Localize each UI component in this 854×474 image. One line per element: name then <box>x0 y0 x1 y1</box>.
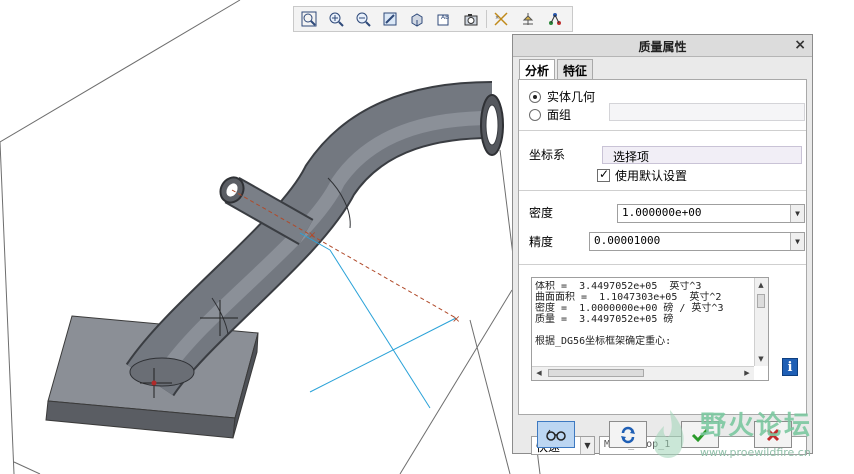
dialog-title: 质量属性 <box>638 40 687 54</box>
cancel-button[interactable] <box>754 421 792 448</box>
toolbar-separator <box>486 10 487 28</box>
svg-text:×: × <box>452 314 460 325</box>
divider <box>519 130 806 131</box>
density-value: 1.000000e+00 <box>622 206 702 219</box>
zoom-fit-icon[interactable] <box>297 8 320 30</box>
svg-text:×: × <box>495 15 499 21</box>
glasses-icon <box>546 429 566 441</box>
radio-quilt[interactable]: 面组 <box>529 106 571 123</box>
coord-label: 坐标系 <box>529 148 566 162</box>
preview-button[interactable] <box>537 421 575 448</box>
divider <box>519 190 806 191</box>
spin-center-icon[interactable] <box>516 8 539 30</box>
dialog-tabs: 分析 特征 <box>519 59 595 80</box>
info-icon[interactable]: i <box>782 358 798 376</box>
refresh-icon <box>621 426 635 443</box>
scroll-right-icon[interactable]: ▶ <box>741 367 753 379</box>
scroll-up-icon[interactable]: ▲ <box>755 279 767 291</box>
close-icon[interactable]: × <box>794 37 806 53</box>
mass-properties-dialog: 质量属性 × 分析 特征 实体几何 面组 坐标系 选择项 使用默认设置 密度 1… <box>512 34 813 455</box>
accuracy-label: 精度 <box>529 235 554 249</box>
view-toolbar: AB × <box>293 6 573 32</box>
checkbox-checked-icon <box>597 167 610 182</box>
vertical-scrollbar[interactable]: ▲ ▼ <box>754 278 768 366</box>
accuracy-combo[interactable]: 0.00001000 ▼ <box>589 232 805 251</box>
accuracy-value: 0.00001000 <box>594 234 661 247</box>
radio-quilt-label: 面组 <box>547 108 572 122</box>
use-default-checkbox[interactable]: 使用默认设置 <box>597 167 687 184</box>
repaint-icon[interactable] <box>378 8 401 30</box>
repeat-button[interactable] <box>609 421 647 448</box>
zoom-out-icon[interactable] <box>351 8 374 30</box>
scroll-down-icon[interactable]: ▼ <box>755 353 767 365</box>
cross-icon <box>766 428 780 441</box>
use-default-label: 使用默认设置 <box>615 169 688 183</box>
saved-views-icon[interactable]: AB <box>432 8 455 30</box>
chevron-down-icon[interactable]: ▼ <box>790 233 804 250</box>
datum-display-icon[interactable]: × <box>489 8 512 30</box>
chevron-down-icon[interactable]: ▼ <box>580 437 594 454</box>
tab-feature[interactable]: 特征 <box>557 59 594 79</box>
camera-icon[interactable] <box>459 8 482 30</box>
chevron-down-icon[interactable]: ▼ <box>790 205 804 222</box>
density-label: 密度 <box>529 206 554 220</box>
display-style-icon[interactable] <box>405 8 428 30</box>
tab-analysis[interactable]: 分析 <box>519 59 556 80</box>
scroll-thumb[interactable] <box>757 294 765 308</box>
radio-unselected-icon <box>529 108 541 121</box>
zoom-in-icon[interactable] <box>324 8 347 30</box>
dialog-titlebar[interactable]: 质量属性 × <box>513 35 812 57</box>
horizontal-scrollbar[interactable]: ◀ ▶ <box>532 366 754 380</box>
scroll-thumb[interactable] <box>548 369 644 377</box>
density-combo[interactable]: 1.000000e+00 ▼ <box>617 204 805 223</box>
annotation-icon[interactable] <box>543 8 566 30</box>
analysis-panel: 实体几何 面组 坐标系 选择项 使用默认设置 密度 1.000000e+00 ▼… <box>518 79 807 455</box>
radio-solid-geometry[interactable]: 实体几何 <box>529 88 595 105</box>
svg-text:AB: AB <box>441 14 449 21</box>
results-text: 体积 = 3.4497052e+05 英寸^3 曲面面积 = 1.1047303… <box>535 281 724 347</box>
coord-selector[interactable]: 选择项 <box>602 146 802 164</box>
results-text-area[interactable]: 体积 = 3.4497052e+05 英寸^3 曲面面积 = 1.1047303… <box>531 277 769 381</box>
curved-pipe <box>125 81 504 397</box>
scroll-left-icon[interactable]: ◀ <box>533 367 545 379</box>
radio-selected-icon <box>529 90 541 103</box>
quilt-selector[interactable] <box>609 103 805 121</box>
ok-button[interactable] <box>681 421 719 448</box>
divider <box>519 264 806 265</box>
svg-text:×: × <box>308 230 316 241</box>
checkmark-icon <box>691 428 709 442</box>
radio-solid-label: 实体几何 <box>547 90 596 104</box>
